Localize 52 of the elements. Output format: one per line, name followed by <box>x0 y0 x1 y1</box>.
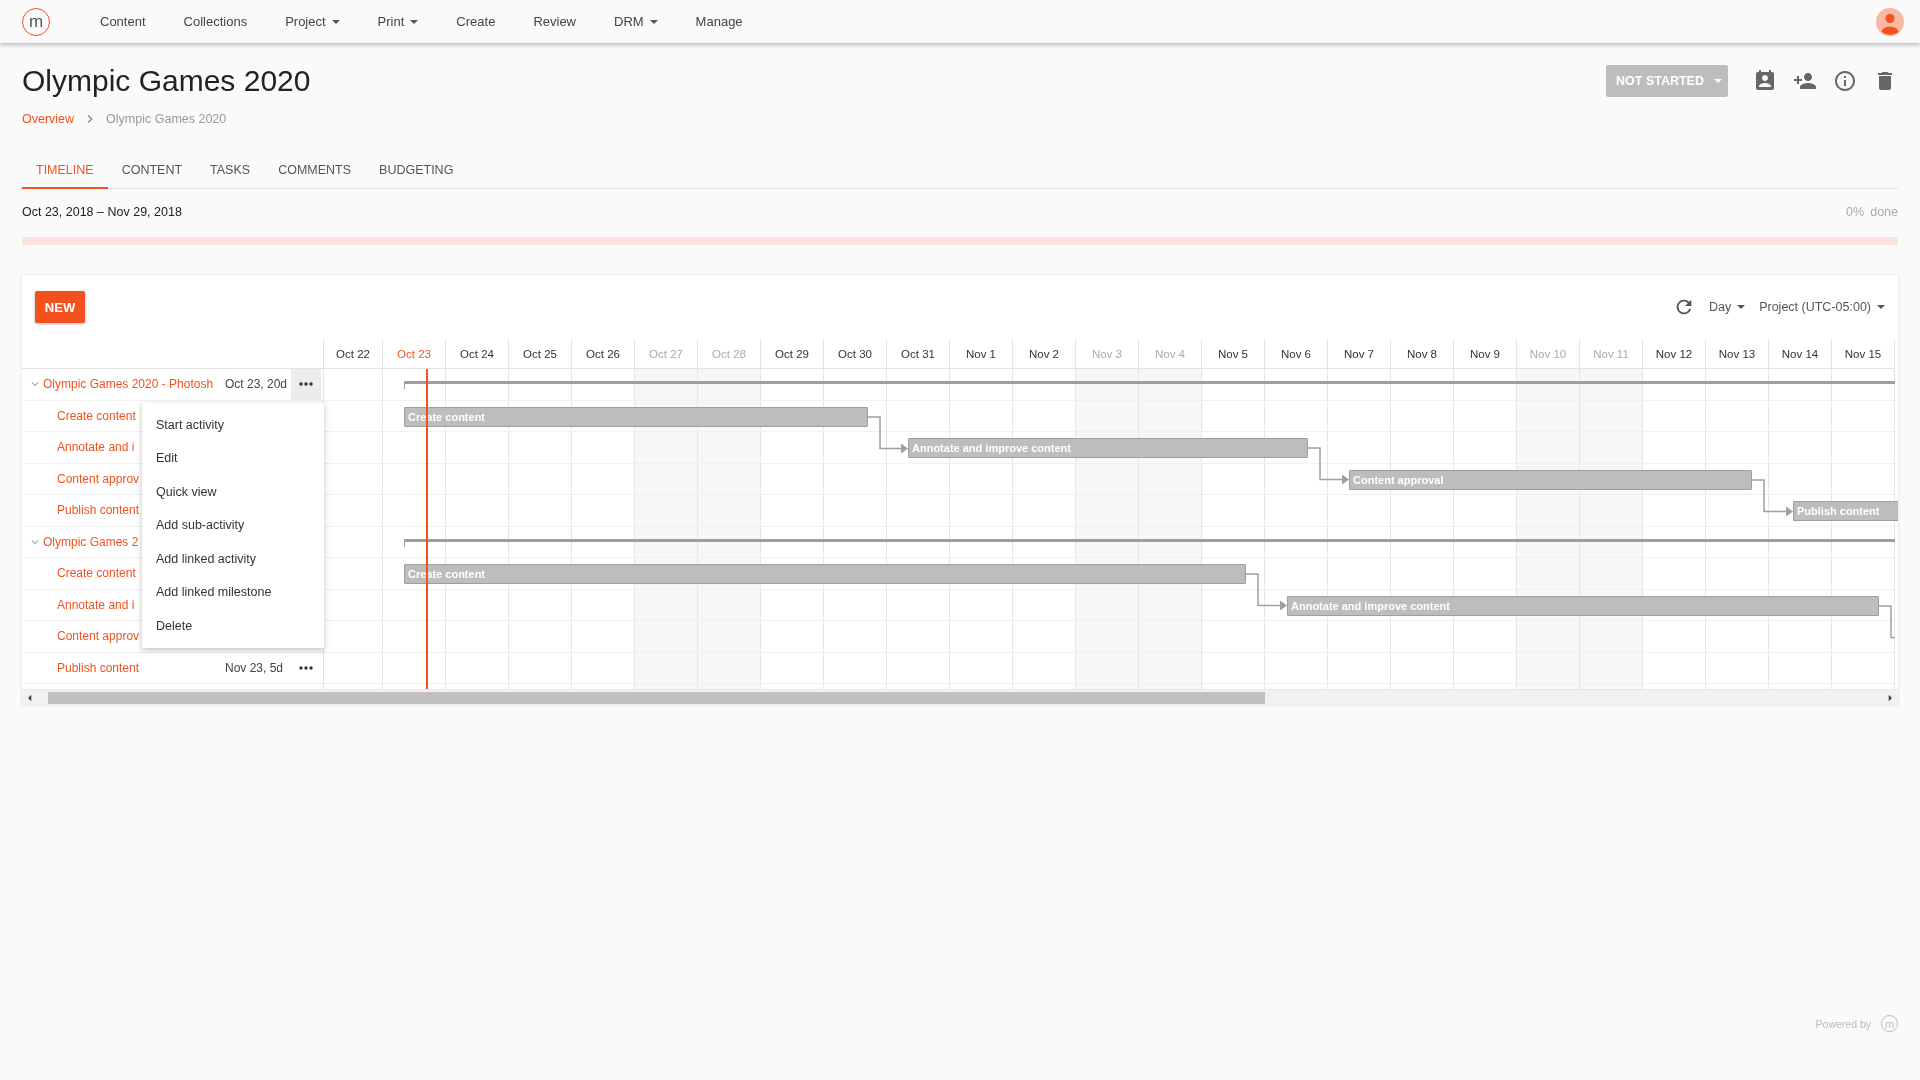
menu-item[interactable]: Edit <box>142 441 324 475</box>
dots-icon <box>299 665 313 670</box>
date-range: Oct 23, 2018 – Nov 29, 2018 <box>22 205 182 219</box>
day-label: Nov 3 <box>1076 339 1138 369</box>
menu-item[interactable]: Start activity <box>142 408 324 442</box>
powered-by-text: Powered by <box>1815 1017 1871 1030</box>
tab[interactable]: CONTENT <box>107 163 197 189</box>
summary-bar[interactable] <box>404 538 1895 547</box>
summary-bar[interactable] <box>404 381 1895 389</box>
nav-link[interactable]: Review <box>533 14 576 29</box>
nav-link[interactable]: Project <box>285 14 340 29</box>
info-icon[interactable] <box>1832 68 1858 94</box>
nav-link[interactable]: Content <box>100 14 146 29</box>
more-button[interactable] <box>291 369 321 400</box>
nav-link[interactable]: Collections <box>183 14 248 29</box>
nav-link[interactable]: Manage <box>695 14 743 29</box>
activity-date: Nov 23, 5d <box>225 660 284 675</box>
day-label: Oct 27 <box>635 339 697 369</box>
nav-link[interactable]: DRM <box>614 14 658 29</box>
caret-icon <box>649 19 658 24</box>
activity-date: Oct 23, 20d <box>225 377 288 392</box>
view-dropdown[interactable]: Day <box>1708 300 1746 314</box>
page-title: Olympic Games 2020 <box>22 64 311 98</box>
breadcrumb-current: Olympic Games 2020 <box>106 112 227 126</box>
day-label: Nov 4 <box>1139 339 1201 369</box>
menu-item[interactable]: Add linked milestone <box>142 575 324 609</box>
caret-icon <box>1714 79 1722 83</box>
activity-name[interactable]: Publish content <box>57 660 225 675</box>
scrollbar-thumb[interactable] <box>48 691 1265 704</box>
horizontal-scrollbar[interactable] <box>22 689 1898 705</box>
timezone-dropdown[interactable]: Project (UTC-05:00) <box>1759 300 1885 314</box>
day-label: Nov 11 <box>1580 339 1642 369</box>
caret-icon <box>331 19 340 24</box>
nav-link[interactable]: Create <box>456 14 496 29</box>
menu-item[interactable]: Quick view <box>142 475 324 509</box>
menu-item[interactable]: Add linked activity <box>142 542 324 576</box>
caret-icon <box>1877 305 1885 309</box>
menu-item[interactable]: Delete <box>142 609 324 643</box>
day-label: Nov 10 <box>1517 339 1579 369</box>
nav-link[interactable]: Print <box>377 14 419 29</box>
caret-icon <box>410 19 419 24</box>
tab[interactable]: BUDGETING <box>365 163 468 189</box>
menu-item[interactable]: Add sub-activity <box>142 508 324 542</box>
progress-label: done <box>1870 205 1898 219</box>
activity-name[interactable]: Olympic Games 2020 - Photosh <box>43 377 225 392</box>
day-label: Oct 28 <box>698 339 760 369</box>
tab[interactable]: COMMENTS <box>264 163 366 189</box>
caret-icon <box>1737 305 1746 309</box>
tab[interactable]: TASKS <box>196 163 265 189</box>
progress-percent: 0% <box>1846 205 1865 219</box>
avatar-icon[interactable] <box>1876 7 1904 36</box>
dots-icon <box>299 382 313 387</box>
